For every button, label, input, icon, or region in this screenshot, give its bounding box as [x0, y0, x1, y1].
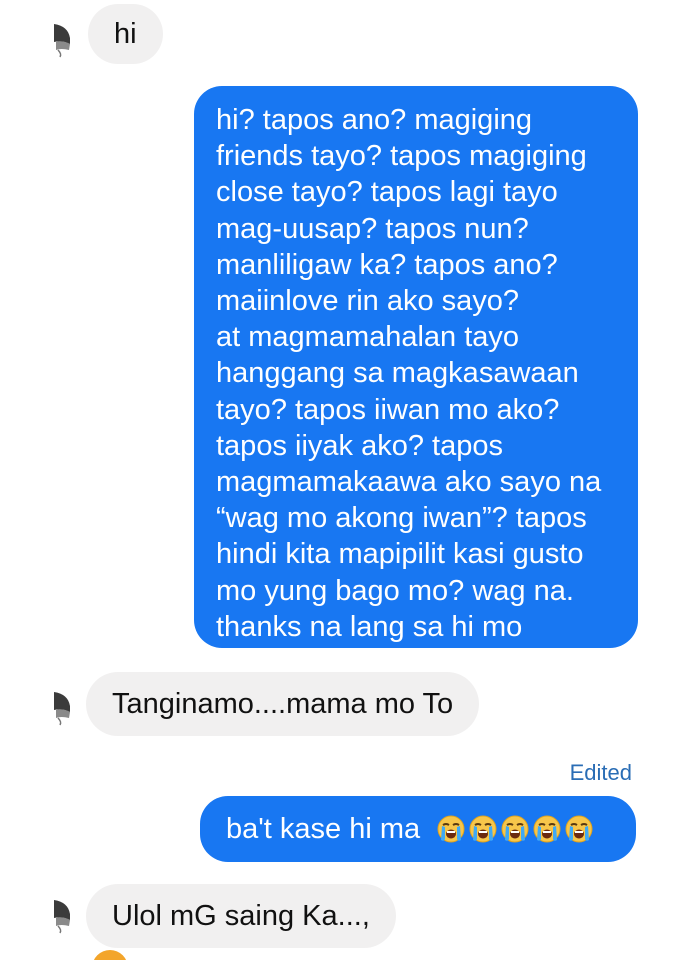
message-line: hi? tapos ano? magiging — [216, 104, 533, 136]
loudly-crying-face-icon — [564, 814, 594, 844]
message-line: mag-uusap? tapos nun? — [216, 212, 529, 245]
message-text: hi — [114, 18, 137, 50]
message-line: hanggang sa magkasawaan — [216, 357, 579, 390]
message-line: thanks na lang sa hi mo — [216, 610, 523, 643]
message-line: mo yung bago mo? wag na. — [216, 574, 574, 607]
message-bubble-incoming[interactable]: Ulol mG saing Ka..., — [86, 884, 396, 948]
message-line: tayo? tapos iiwan mo ako? — [216, 393, 560, 426]
loudly-crying-face-icon — [436, 814, 466, 844]
loudly-crying-face-icon — [532, 814, 562, 844]
message-line: maiinlove rin ako sayo? — [216, 285, 520, 318]
message-line: magmamakaawa ako sayo na — [216, 466, 602, 499]
message-text: Ulol mG saing Ka..., — [112, 900, 370, 932]
message-line: hindi kita mapipilit kasi gusto — [216, 538, 584, 571]
message-line: tapos iiyak ako? tapos — [216, 429, 503, 462]
message-line: manliligaw ka? tapos ano? — [216, 248, 558, 281]
message-line: close tayo? tapos lagi tayo — [216, 176, 558, 209]
message-bubble-incoming[interactable]: Tanginamo....mama mo To — [86, 672, 480, 736]
message-line: at magmamahalan tayo — [216, 321, 520, 354]
chat-thread: hi hi? tapos ano? magiging friends tayo?… — [0, 0, 676, 960]
sender-avatar[interactable] — [50, 688, 74, 726]
edited-label: Edited — [569, 760, 632, 785]
message-text: ba't kase hi ma — [226, 813, 421, 845]
emoji-icon[interactable] — [92, 950, 128, 960]
message-bubble-outgoing[interactable]: hi? tapos ano? magiging friends tayo? ta… — [194, 86, 638, 648]
sender-avatar[interactable] — [50, 896, 74, 934]
message-bubble-incoming[interactable]: hi — [88, 4, 163, 64]
sender-avatar[interactable] — [50, 20, 74, 58]
message-text: Tanginamo....mama mo To — [112, 688, 454, 720]
loudly-crying-face-icon — [468, 814, 498, 844]
emoji-row — [434, 813, 594, 845]
loudly-crying-face-icon — [500, 814, 530, 844]
message-line: friends tayo? tapos magiging — [216, 140, 587, 173]
message-line: “wag mo akong iwan”? tapos — [216, 502, 587, 535]
message-bubble-outgoing[interactable]: ba't kase hi ma — [200, 796, 636, 862]
